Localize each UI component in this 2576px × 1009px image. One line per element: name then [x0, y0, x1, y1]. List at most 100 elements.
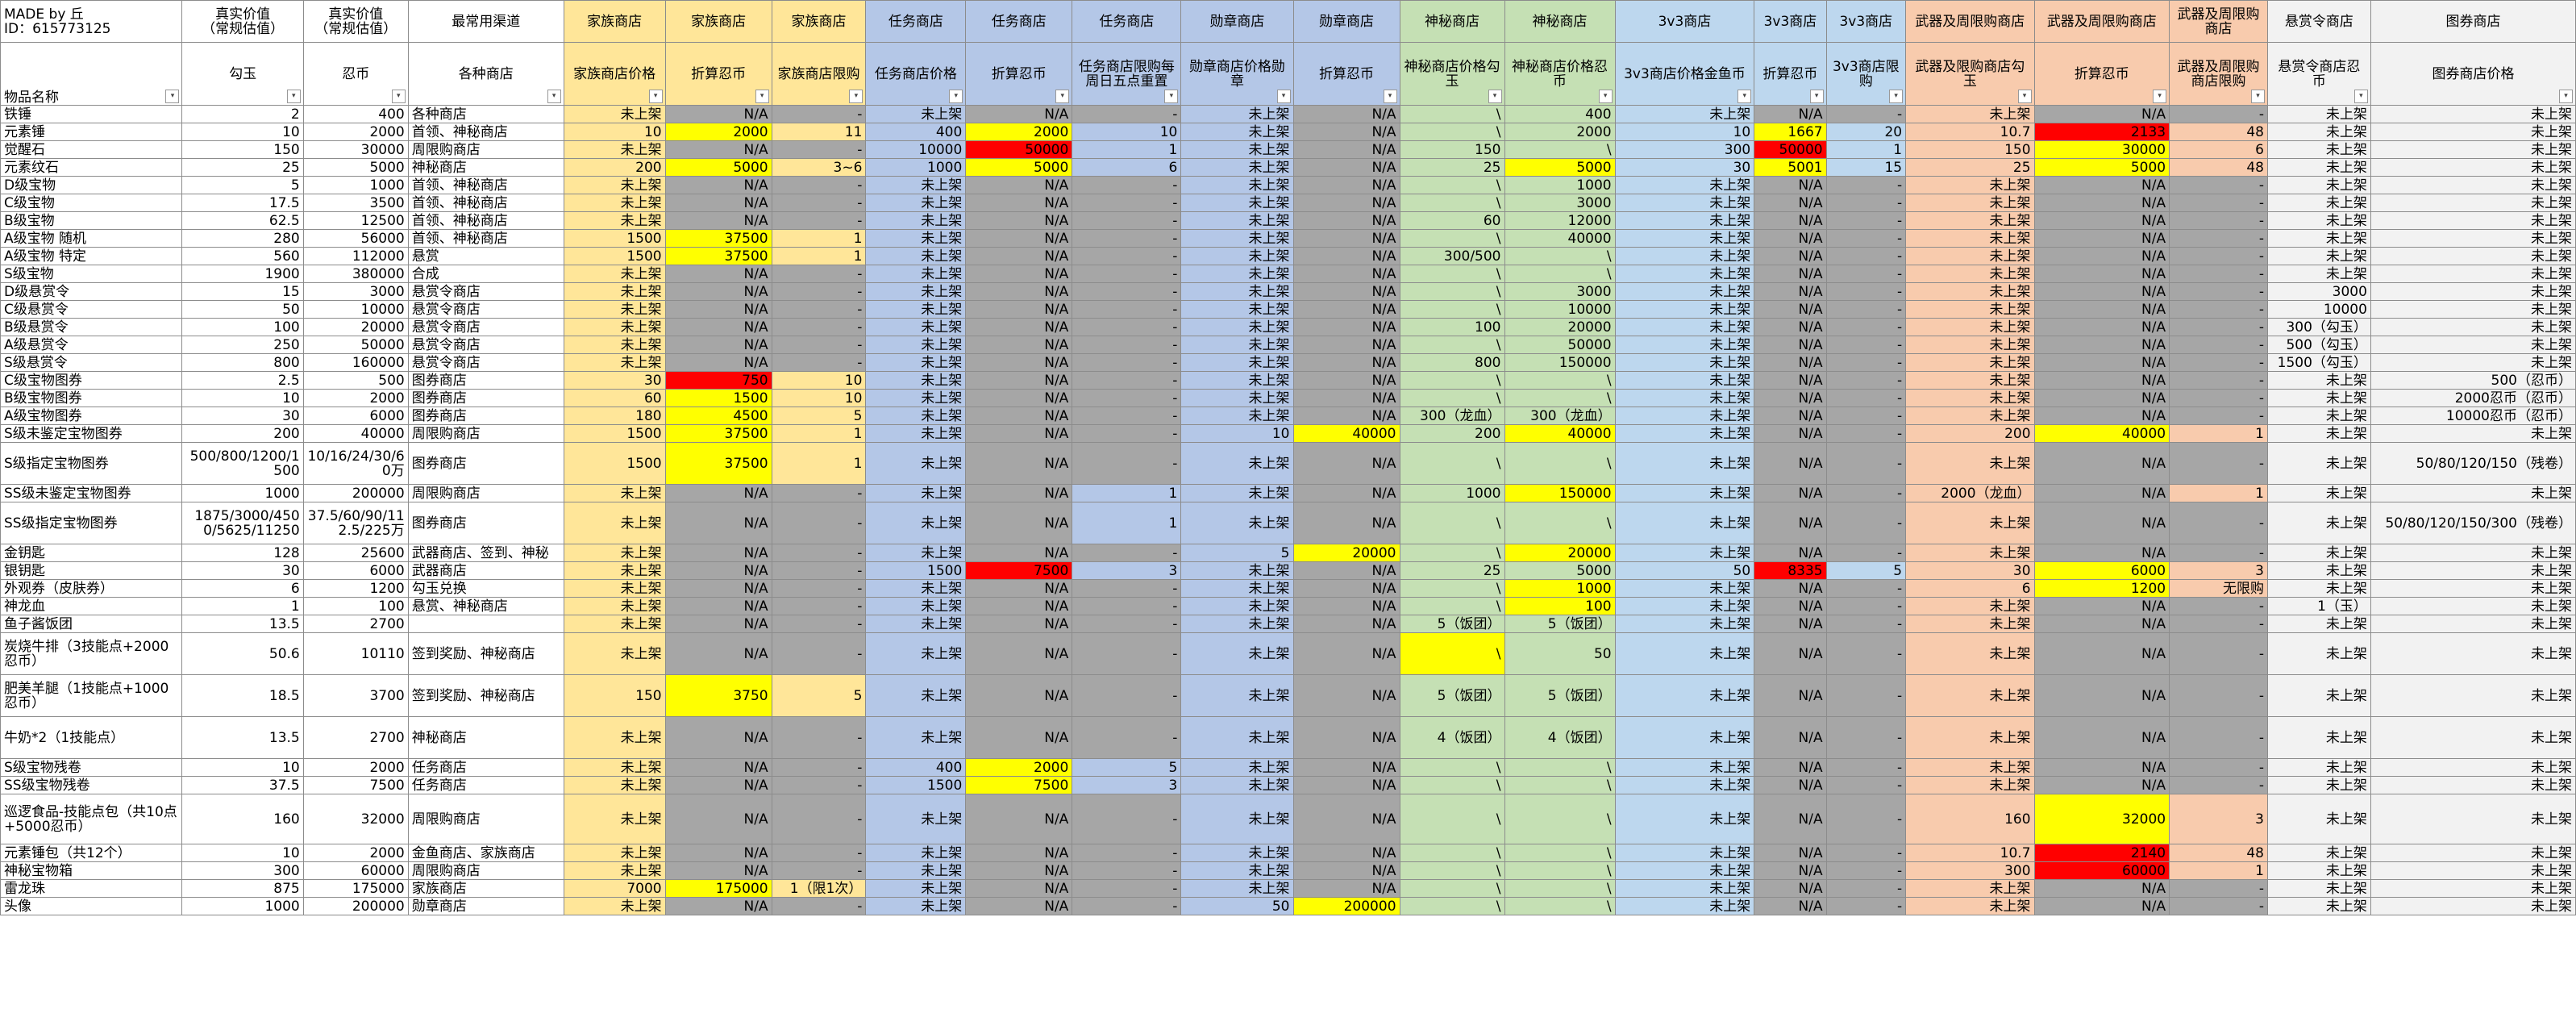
data-cell[interactable]: N/A — [965, 318, 1073, 336]
data-cell[interactable]: N/A — [1754, 758, 1827, 777]
data-cell[interactable]: 未上架 — [2370, 123, 2576, 141]
data-cell[interactable]: 神秘商店 — [407, 158, 564, 177]
data-cell[interactable]: 1000 — [181, 897, 304, 915]
data-cell[interactable]: 25 — [1399, 561, 1505, 580]
data-cell[interactable]: 10.7 — [1905, 844, 2035, 862]
data-cell[interactable]: 6000 — [302, 561, 409, 580]
data-cell[interactable]: 勾玉兑换 — [407, 579, 564, 598]
data-cell[interactable]: 未上架 — [1180, 389, 1294, 407]
data-cell[interactable]: - — [1072, 897, 1182, 915]
data-cell[interactable]: N/A — [1292, 140, 1400, 159]
data-cell[interactable]: N/A — [1754, 632, 1827, 675]
data-cell[interactable]: 100 — [1399, 318, 1505, 336]
data-cell[interactable]: N/A — [2033, 632, 2170, 675]
data-cell[interactable]: 3500 — [302, 194, 409, 212]
data-cell[interactable]: N/A — [965, 579, 1073, 598]
data-cell[interactable]: 未上架 — [1614, 194, 1755, 212]
filter-dropdown-icon[interactable]: ▾ — [1383, 90, 1397, 103]
data-cell[interactable]: N/A — [1292, 229, 1400, 248]
data-cell[interactable]: 未上架 — [2370, 632, 2576, 675]
data-cell[interactable]: \ — [1504, 371, 1616, 390]
data-cell[interactable]: - — [1072, 211, 1182, 230]
data-cell[interactable]: 未上架 — [1180, 632, 1294, 675]
data-cell[interactable]: 400 — [865, 758, 967, 777]
data-cell[interactable]: N/A — [965, 194, 1073, 212]
data-cell[interactable]: 50/80/120/150/300（残卷） — [2370, 502, 2576, 544]
data-cell[interactable]: 5（饭团） — [1399, 674, 1505, 717]
data-cell[interactable]: 未上架 — [865, 105, 967, 123]
data-cell[interactable]: - — [2169, 318, 2268, 336]
data-cell[interactable]: - — [1072, 389, 1182, 407]
data-cell[interactable]: 未上架 — [1614, 353, 1755, 372]
data-cell[interactable]: 200000 — [302, 484, 409, 502]
data-cell[interactable]: 未上架 — [1614, 105, 1755, 123]
data-cell[interactable]: 未上架 — [1614, 597, 1755, 615]
data-cell[interactable]: - — [1825, 424, 1907, 443]
data-cell[interactable]: N/A — [965, 176, 1073, 194]
header-top-cell[interactable]: 最常用渠道 — [407, 0, 564, 43]
data-cell[interactable]: 5 — [771, 674, 867, 717]
data-cell[interactable]: D级宝物 — [0, 176, 183, 194]
data-cell[interactable]: 未上架 — [2370, 579, 2576, 598]
data-cell[interactable]: 未上架 — [1614, 579, 1755, 598]
data-cell[interactable]: 未上架 — [563, 194, 666, 212]
data-cell[interactable]: N/A — [965, 794, 1073, 844]
data-cell[interactable]: N/A — [1754, 844, 1827, 862]
data-cell[interactable]: 300 — [1614, 140, 1755, 159]
data-cell[interactable]: - — [2169, 407, 2268, 425]
data-cell[interactable]: 未上架 — [563, 844, 666, 862]
header-sub-cell[interactable]: 物品名称 ▾ — [0, 42, 183, 106]
data-cell[interactable]: 1 — [181, 597, 304, 615]
data-cell[interactable]: 未上架 — [1614, 776, 1755, 794]
data-cell[interactable]: 未上架 — [563, 861, 666, 880]
data-cell[interactable]: - — [1825, 776, 1907, 794]
data-cell[interactable]: 30000 — [2033, 140, 2170, 159]
header-top-cell[interactable]: 3v3商店 — [1825, 0, 1907, 43]
data-cell[interactable]: N/A — [1292, 194, 1400, 212]
data-cell[interactable]: - — [1072, 265, 1182, 283]
data-cell[interactable]: 未上架 — [1180, 579, 1294, 598]
data-cell[interactable]: 2000 — [965, 123, 1073, 141]
data-cell[interactable]: - — [1825, 716, 1907, 759]
filter-dropdown-icon[interactable]: ▾ — [849, 90, 864, 103]
data-cell[interactable]: N/A — [664, 716, 772, 759]
data-cell[interactable]: - — [2169, 211, 2268, 230]
data-cell[interactable]: 未上架 — [563, 105, 666, 123]
data-cell[interactable]: 未上架 — [1614, 265, 1755, 283]
data-cell[interactable]: 牛奶*2（1技能点） — [0, 716, 183, 759]
data-cell[interactable]: - — [1825, 632, 1907, 675]
data-cell[interactable]: \ — [1399, 502, 1505, 544]
data-cell[interactable]: N/A — [965, 211, 1073, 230]
data-cell[interactable]: 1 — [2169, 424, 2268, 443]
data-cell[interactable]: - — [2169, 716, 2268, 759]
data-cell[interactable]: 25600 — [302, 544, 409, 562]
data-cell[interactable]: N/A — [2033, 389, 2170, 407]
data-cell[interactable]: 未上架 — [2266, 544, 2371, 562]
data-cell[interactable]: 未上架 — [1180, 597, 1294, 615]
data-cell[interactable]: 未上架 — [2266, 502, 2371, 544]
data-cell[interactable]: N/A — [2033, 282, 2170, 301]
data-cell[interactable]: 300 — [1905, 861, 2035, 880]
data-cell[interactable]: - — [771, 336, 867, 354]
data-cell[interactable]: - — [771, 758, 867, 777]
data-cell[interactable]: N/A — [1754, 544, 1827, 562]
filter-dropdown-icon[interactable]: ▾ — [2353, 90, 2368, 103]
data-cell[interactable]: N/A — [1292, 371, 1400, 390]
filter-dropdown-icon[interactable]: ▾ — [1737, 90, 1752, 103]
data-cell[interactable]: 未上架 — [1180, 336, 1294, 354]
data-cell[interactable]: 未上架 — [1180, 561, 1294, 580]
data-cell[interactable]: 未上架 — [865, 579, 967, 598]
data-cell[interactable]: 2000 — [302, 389, 409, 407]
data-cell[interactable]: 56000 — [302, 229, 409, 248]
data-cell[interactable]: 未上架 — [2370, 716, 2576, 759]
data-cell[interactable]: 炭烧牛排（3技能点+2000忍币） — [0, 632, 183, 675]
data-cell[interactable]: 未上架 — [1905, 407, 2035, 425]
data-cell[interactable]: C级宝物图券 — [0, 371, 183, 390]
data-cell[interactable]: 未上架 — [1180, 502, 1294, 544]
data-cell[interactable]: - — [2169, 597, 2268, 615]
header-sub-cell[interactable]: 家族商店限购 ▾ — [771, 42, 867, 106]
data-cell[interactable]: 未上架 — [1180, 844, 1294, 862]
data-cell[interactable]: 30 — [1905, 561, 2035, 580]
data-cell[interactable]: 未上架 — [1905, 247, 2035, 265]
data-cell[interactable]: 未上架 — [2370, 158, 2576, 177]
